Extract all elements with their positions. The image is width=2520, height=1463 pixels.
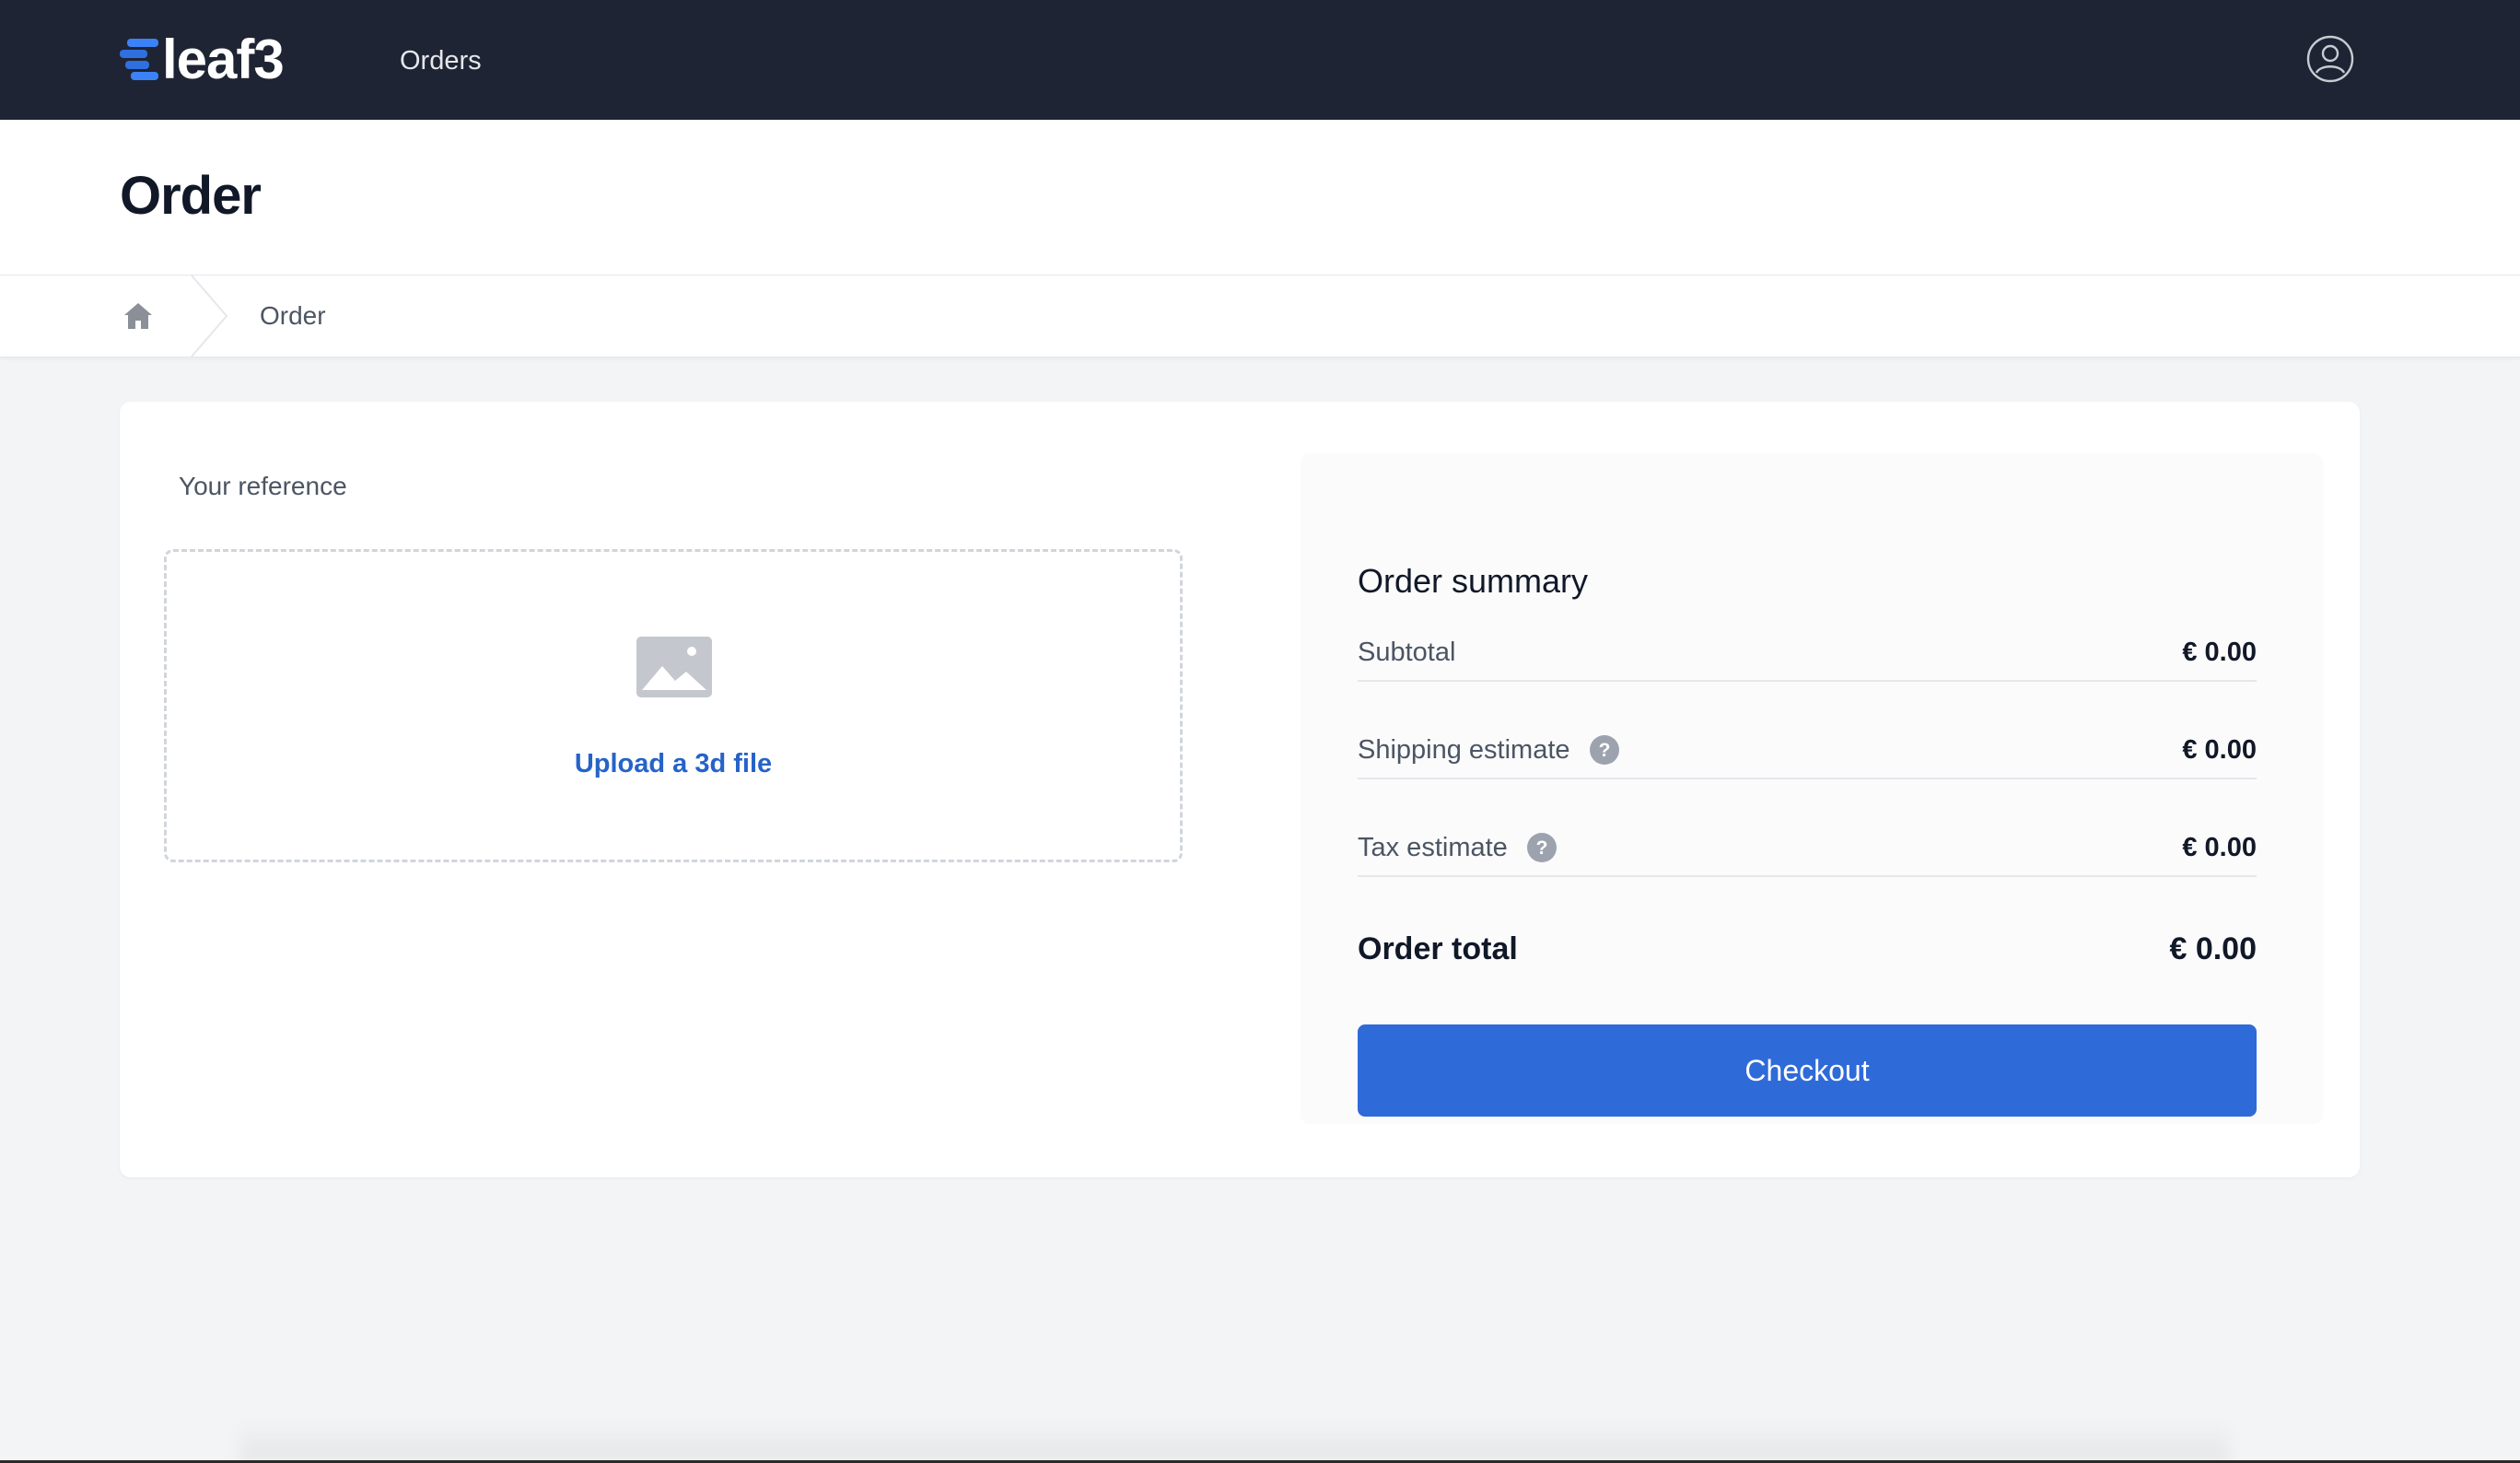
bottom-shadow [239,1419,2229,1463]
summary-row-total: Order total € 0.00 [1358,921,2257,977]
tax-estimate-value: € 0.00 [2182,833,2257,862]
summary-row-tax: Tax estimate ? € 0.00 [1358,820,2257,877]
top-navigation: leaf3 Orders [0,0,2520,120]
svg-text:?: ? [1535,837,1547,859]
order-card: Your reference Upload a 3d file Order su… [120,402,2360,1177]
order-summary-title: Order summary [1358,562,1589,600]
file-upload-dropzone[interactable]: Upload a 3d file [164,549,1183,862]
order-summary-panel: Order summary Subtotal € 0.00 Shipping e… [1301,453,2323,1124]
page-header: Order [0,120,2520,275]
page-title: Order [120,166,262,226]
shipping-estimate-label: Shipping estimate ? [1358,732,1620,768]
logo-mark-icon [120,37,160,83]
order-total-value: € 0.00 [2169,931,2257,966]
shipping-estimate-value: € 0.00 [2182,735,2257,765]
reference-label: Your reference [179,472,347,500]
breadcrumb: Order [0,275,2520,357]
checkout-button[interactable]: Checkout [1358,1024,2257,1117]
question-circle-icon[interactable]: ? [1526,832,1558,863]
user-circle-icon[interactable] [2306,35,2354,83]
nav-link-orders[interactable]: Orders [400,41,482,81]
subtotal-value: € 0.00 [2182,638,2257,667]
order-total-label: Order total [1358,931,1518,966]
breadcrumb-item-order[interactable]: Order [260,298,326,334]
breadcrumb-separator-icon [191,275,228,357]
summary-row-subtotal: Subtotal € 0.00 [1358,625,2257,682]
upload-3d-file-link[interactable]: Upload a 3d file [167,745,1180,782]
svg-text:?: ? [1598,740,1610,761]
brand-logo[interactable]: leaf3 [120,29,285,90]
summary-row-shipping: Shipping estimate ? € 0.00 [1358,722,2257,779]
home-icon[interactable] [122,299,155,333]
question-circle-icon[interactable]: ? [1589,734,1620,766]
tax-estimate-label: Tax estimate ? [1358,829,1558,866]
image-icon [636,637,712,697]
subtotal-label: Subtotal [1358,638,1456,667]
brand-name: leaf3 [162,29,285,90]
